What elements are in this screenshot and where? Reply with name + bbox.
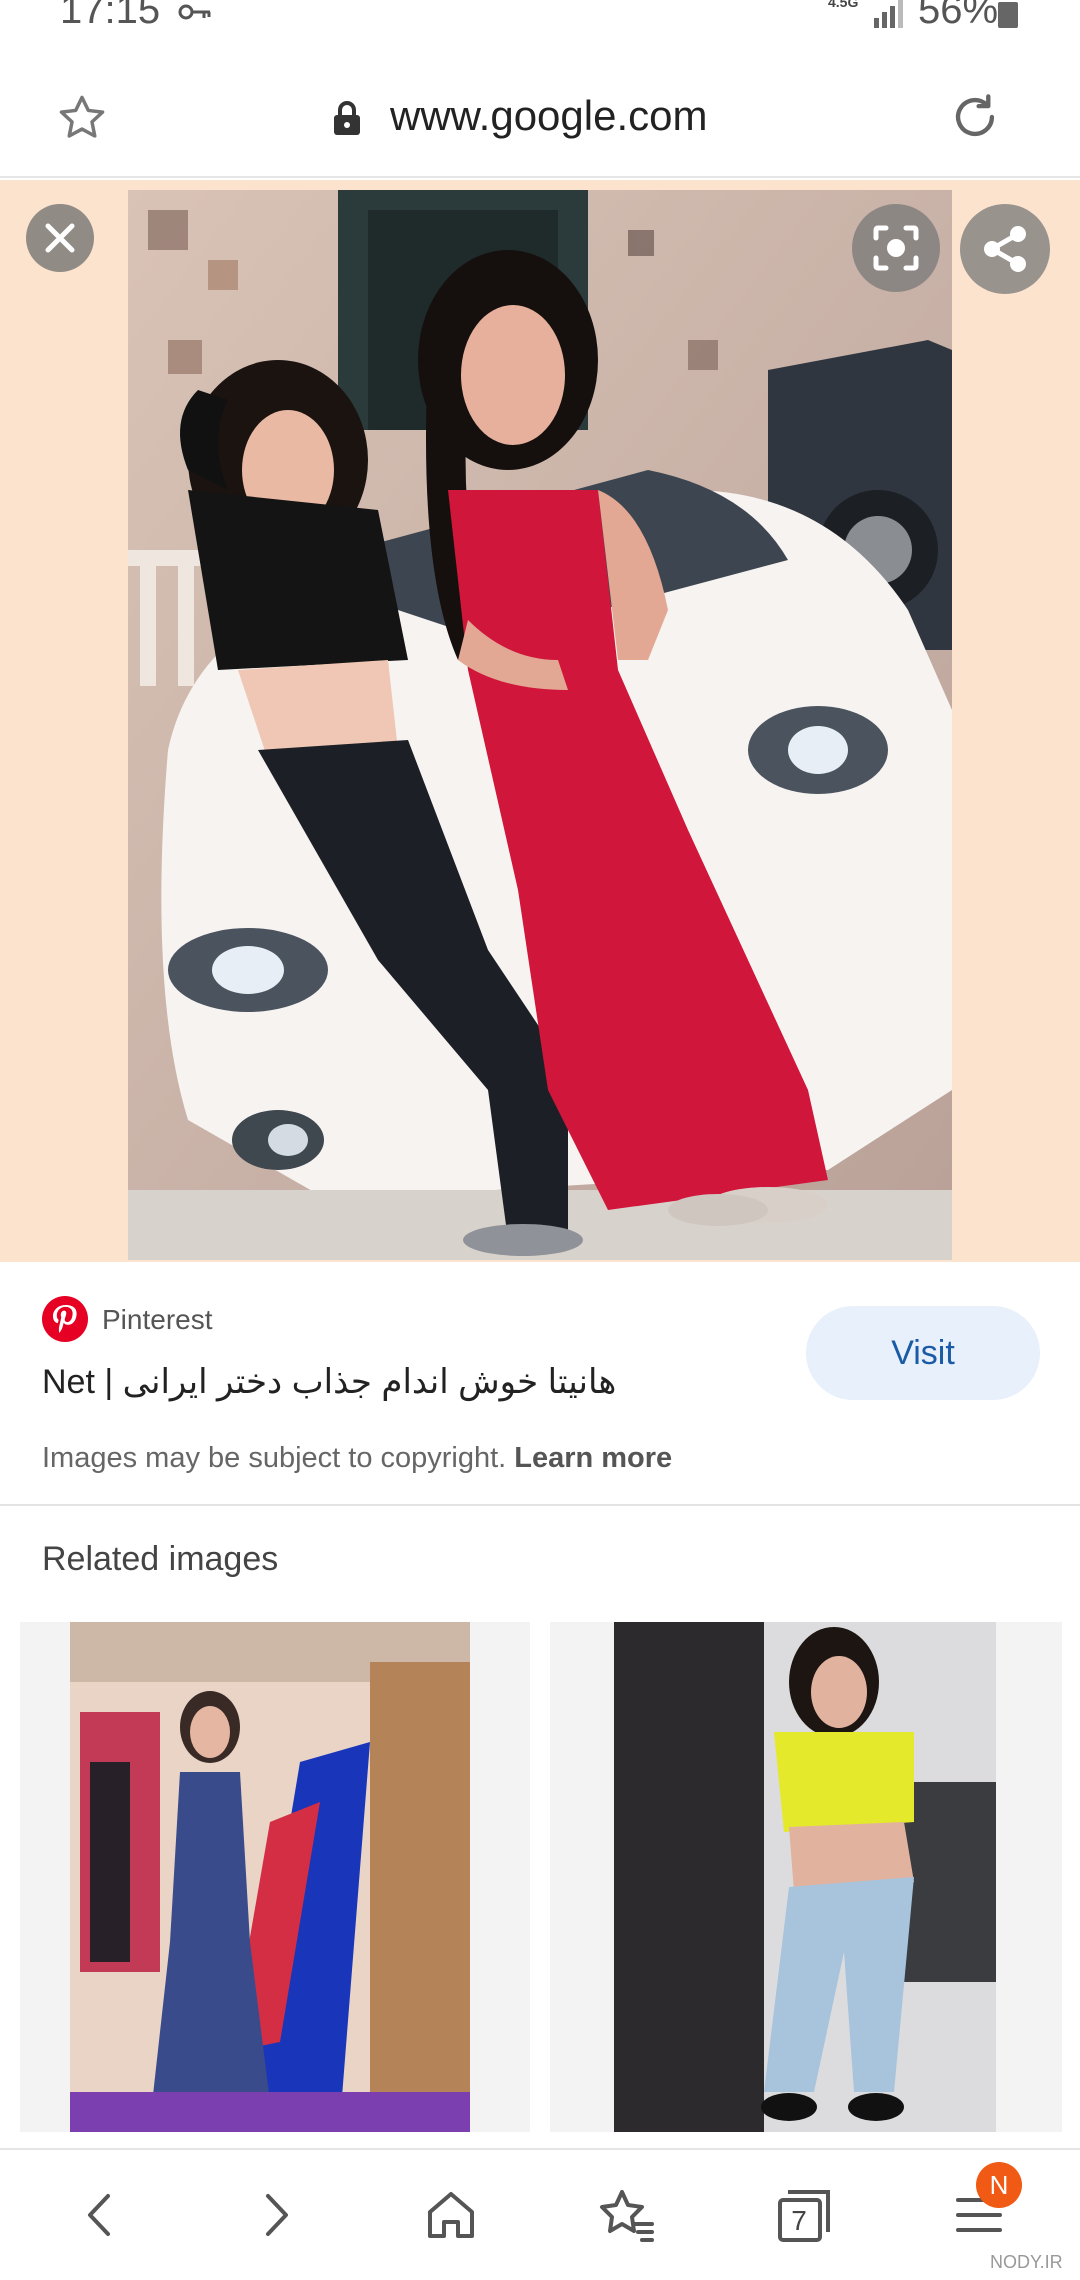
battery-percent: 56%: [918, 0, 999, 32]
related-images-heading: Related images: [42, 1540, 279, 1578]
close-button[interactable]: [26, 204, 94, 272]
result-title[interactable]: Net | هانیتا خوش اندام جذاب دختر ایرانی: [42, 1362, 616, 1402]
home-icon: [428, 2192, 474, 2238]
home-button[interactable]: [406, 2170, 496, 2260]
share-icon: [984, 226, 1026, 272]
network-type: 4.5G: [828, 0, 859, 10]
notification-badge: N: [976, 2162, 1022, 2208]
related-image: [70, 1622, 470, 2132]
bookmarks-button[interactable]: [582, 2170, 672, 2260]
star-list-icon: [600, 2190, 654, 2242]
back-button[interactable]: [56, 2170, 146, 2260]
signal-icon: [872, 0, 906, 33]
source-info: Pinterest Net | هانیتا خوش اندام جذاب دخ…: [0, 1262, 1080, 1506]
related-image: [614, 1622, 996, 2132]
tabs-button[interactable]: 7: [758, 2170, 848, 2260]
battery-icon: [998, 2, 1018, 28]
learn-more-link[interactable]: Learn more: [514, 1442, 672, 1474]
lens-icon: [873, 225, 919, 271]
bottom-navigation: 7 N: [0, 2148, 1080, 2268]
url-bar: www.google.com: [0, 60, 1080, 178]
chevron-right-icon: [266, 2194, 288, 2236]
status-time: 17:15: [60, 0, 161, 32]
related-image-card[interactable]: [20, 1622, 530, 2132]
close-icon: [45, 223, 75, 253]
forward-button[interactable]: [230, 2170, 320, 2260]
reload-icon[interactable]: [946, 88, 1004, 151]
source-site-name[interactable]: Pinterest: [102, 1304, 213, 1336]
copyright-text: Images may be subject to copyright.: [42, 1442, 507, 1474]
chevron-left-icon: [88, 2194, 110, 2236]
url-text[interactable]: www.google.com: [390, 92, 707, 140]
lens-search-button[interactable]: [852, 204, 940, 292]
lock-icon: [332, 100, 362, 141]
related-image-card[interactable]: [550, 1622, 1062, 2132]
image-viewer: [0, 180, 1080, 1262]
status-bar: 17:15 4.5G 56%: [0, 0, 1080, 40]
browser-screen: 17:15 4.5G 56% www.google.com Pinterest …: [0, 0, 1080, 2280]
visit-button[interactable]: Visit: [806, 1306, 1040, 1400]
watermark: NODY.IR: [990, 2252, 1063, 2272]
main-image[interactable]: [128, 190, 952, 1260]
copyright-notice: Images may be subject to copyright. Learn…: [42, 1442, 672, 1475]
key-icon: [178, 2, 212, 27]
tab-count: 7: [791, 2205, 807, 2236]
pinterest-icon: [42, 1296, 88, 1342]
share-button[interactable]: [960, 204, 1050, 294]
bookmark-star-icon[interactable]: [56, 92, 108, 149]
